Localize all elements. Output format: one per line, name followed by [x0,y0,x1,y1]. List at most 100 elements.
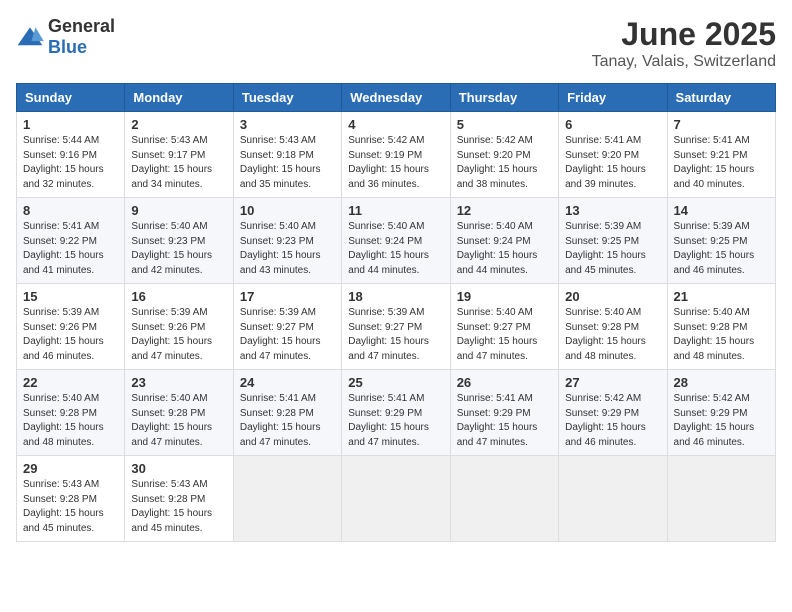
table-row: 8 Sunrise: 5:41 AM Sunset: 9:22 PM Dayli… [17,198,125,284]
day-detail: Sunrise: 5:40 AM Sunset: 9:24 PM Dayligh… [457,220,552,278]
day-detail: Sunrise: 5:42 AM Sunset: 9:19 PM Dayligh… [348,134,443,192]
day-number: 12 [457,203,552,218]
day-number: 29 [23,461,118,476]
day-number: 7 [674,117,769,132]
table-row: 17 Sunrise: 5:39 AM Sunset: 9:27 PM Dayl… [233,284,341,370]
day-number: 5 [457,117,552,132]
day-number: 20 [565,289,660,304]
day-detail: Sunrise: 5:39 AM Sunset: 9:25 PM Dayligh… [674,220,769,278]
logo: General Blue [16,16,115,58]
day-detail: Sunrise: 5:41 AM Sunset: 9:22 PM Dayligh… [23,220,118,278]
day-number: 16 [131,289,226,304]
day-detail: Sunrise: 5:40 AM Sunset: 9:28 PM Dayligh… [131,392,226,450]
col-tuesday: Tuesday [233,84,341,112]
table-row: 2 Sunrise: 5:43 AM Sunset: 9:17 PM Dayli… [125,112,233,198]
logo-icon [16,26,44,48]
day-number: 15 [23,289,118,304]
table-row: 19 Sunrise: 5:40 AM Sunset: 9:27 PM Dayl… [450,284,558,370]
calendar-subtitle: Tanay, Valais, Switzerland [592,53,776,71]
day-number: 2 [131,117,226,132]
day-number: 6 [565,117,660,132]
table-row: 26 Sunrise: 5:41 AM Sunset: 9:29 PM Dayl… [450,370,558,456]
day-number: 21 [674,289,769,304]
day-number: 1 [23,117,118,132]
table-row: 29 Sunrise: 5:43 AM Sunset: 9:28 PM Dayl… [17,456,125,542]
table-row: 1 Sunrise: 5:44 AM Sunset: 9:16 PM Dayli… [17,112,125,198]
calendar-header-row: Sunday Monday Tuesday Wednesday Thursday… [17,84,776,112]
calendar-week-row: 15 Sunrise: 5:39 AM Sunset: 9:26 PM Dayl… [17,284,776,370]
day-detail: Sunrise: 5:40 AM Sunset: 9:28 PM Dayligh… [674,306,769,364]
day-number: 8 [23,203,118,218]
table-row [233,456,341,542]
col-sunday: Sunday [17,84,125,112]
col-wednesday: Wednesday [342,84,450,112]
day-detail: Sunrise: 5:39 AM Sunset: 9:27 PM Dayligh… [348,306,443,364]
day-number: 27 [565,375,660,390]
day-number: 25 [348,375,443,390]
table-row: 23 Sunrise: 5:40 AM Sunset: 9:28 PM Dayl… [125,370,233,456]
day-number: 18 [348,289,443,304]
day-detail: Sunrise: 5:39 AM Sunset: 9:27 PM Dayligh… [240,306,335,364]
day-detail: Sunrise: 5:40 AM Sunset: 9:24 PM Dayligh… [348,220,443,278]
table-row [342,456,450,542]
table-row: 9 Sunrise: 5:40 AM Sunset: 9:23 PM Dayli… [125,198,233,284]
calendar-title: June 2025 [592,16,776,53]
table-row [559,456,667,542]
table-row: 16 Sunrise: 5:39 AM Sunset: 9:26 PM Dayl… [125,284,233,370]
table-row: 5 Sunrise: 5:42 AM Sunset: 9:20 PM Dayli… [450,112,558,198]
logo-blue: Blue [48,37,87,57]
table-row: 13 Sunrise: 5:39 AM Sunset: 9:25 PM Dayl… [559,198,667,284]
day-detail: Sunrise: 5:42 AM Sunset: 9:29 PM Dayligh… [565,392,660,450]
table-row [450,456,558,542]
day-detail: Sunrise: 5:41 AM Sunset: 9:29 PM Dayligh… [348,392,443,450]
table-row: 6 Sunrise: 5:41 AM Sunset: 9:20 PM Dayli… [559,112,667,198]
table-row: 14 Sunrise: 5:39 AM Sunset: 9:25 PM Dayl… [667,198,775,284]
day-detail: Sunrise: 5:41 AM Sunset: 9:29 PM Dayligh… [457,392,552,450]
table-row: 18 Sunrise: 5:39 AM Sunset: 9:27 PM Dayl… [342,284,450,370]
day-number: 23 [131,375,226,390]
table-row: 27 Sunrise: 5:42 AM Sunset: 9:29 PM Dayl… [559,370,667,456]
col-saturday: Saturday [667,84,775,112]
table-row: 28 Sunrise: 5:42 AM Sunset: 9:29 PM Dayl… [667,370,775,456]
day-detail: Sunrise: 5:40 AM Sunset: 9:23 PM Dayligh… [131,220,226,278]
table-row: 4 Sunrise: 5:42 AM Sunset: 9:19 PM Dayli… [342,112,450,198]
day-detail: Sunrise: 5:43 AM Sunset: 9:17 PM Dayligh… [131,134,226,192]
day-number: 4 [348,117,443,132]
day-detail: Sunrise: 5:41 AM Sunset: 9:20 PM Dayligh… [565,134,660,192]
day-detail: Sunrise: 5:43 AM Sunset: 9:28 PM Dayligh… [23,478,118,536]
day-number: 11 [348,203,443,218]
table-row: 7 Sunrise: 5:41 AM Sunset: 9:21 PM Dayli… [667,112,775,198]
table-row [667,456,775,542]
day-number: 3 [240,117,335,132]
day-detail: Sunrise: 5:39 AM Sunset: 9:26 PM Dayligh… [131,306,226,364]
col-monday: Monday [125,84,233,112]
day-number: 30 [131,461,226,476]
table-row: 21 Sunrise: 5:40 AM Sunset: 9:28 PM Dayl… [667,284,775,370]
table-row: 10 Sunrise: 5:40 AM Sunset: 9:23 PM Dayl… [233,198,341,284]
day-detail: Sunrise: 5:40 AM Sunset: 9:23 PM Dayligh… [240,220,335,278]
day-detail: Sunrise: 5:42 AM Sunset: 9:29 PM Dayligh… [674,392,769,450]
day-number: 22 [23,375,118,390]
day-number: 13 [565,203,660,218]
day-detail: Sunrise: 5:39 AM Sunset: 9:25 PM Dayligh… [565,220,660,278]
day-number: 28 [674,375,769,390]
day-number: 17 [240,289,335,304]
title-area: June 2025 Tanay, Valais, Switzerland [592,16,776,71]
day-number: 14 [674,203,769,218]
table-row: 22 Sunrise: 5:40 AM Sunset: 9:28 PM Dayl… [17,370,125,456]
table-row: 25 Sunrise: 5:41 AM Sunset: 9:29 PM Dayl… [342,370,450,456]
day-number: 19 [457,289,552,304]
day-detail: Sunrise: 5:40 AM Sunset: 9:28 PM Dayligh… [23,392,118,450]
day-number: 26 [457,375,552,390]
day-detail: Sunrise: 5:41 AM Sunset: 9:28 PM Dayligh… [240,392,335,450]
calendar-week-row: 29 Sunrise: 5:43 AM Sunset: 9:28 PM Dayl… [17,456,776,542]
table-row: 12 Sunrise: 5:40 AM Sunset: 9:24 PM Dayl… [450,198,558,284]
table-row: 30 Sunrise: 5:43 AM Sunset: 9:28 PM Dayl… [125,456,233,542]
table-row: 11 Sunrise: 5:40 AM Sunset: 9:24 PM Dayl… [342,198,450,284]
calendar-table: Sunday Monday Tuesday Wednesday Thursday… [16,83,776,542]
table-row: 3 Sunrise: 5:43 AM Sunset: 9:18 PM Dayli… [233,112,341,198]
calendar-week-row: 22 Sunrise: 5:40 AM Sunset: 9:28 PM Dayl… [17,370,776,456]
day-number: 24 [240,375,335,390]
day-detail: Sunrise: 5:41 AM Sunset: 9:21 PM Dayligh… [674,134,769,192]
col-friday: Friday [559,84,667,112]
